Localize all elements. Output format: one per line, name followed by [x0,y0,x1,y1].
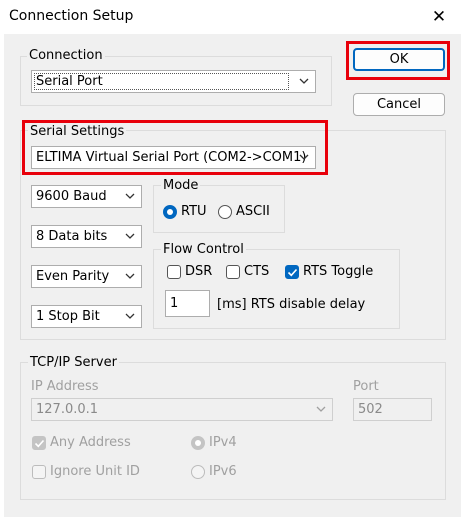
chevron-down-icon [125,313,135,319]
tcpip-server-label: TCP/IP Server [28,355,119,370]
flow-control-label: Flow Control [161,242,246,257]
connection-type-select[interactable]: Serial Port [31,70,316,93]
port-label: Port [353,379,379,394]
ignore-unit-id-label[interactable]: Ignore Unit ID [50,464,140,479]
cts-label[interactable]: CTS [244,264,269,279]
ip-address-label: IP Address [31,379,99,394]
ascii-radio[interactable] [218,205,232,219]
close-icon[interactable]: ✕ [429,7,449,27]
checkmark-icon [34,439,45,448]
ipv6-label[interactable]: IPv6 [209,464,237,479]
ipv6-radio[interactable] [191,465,205,479]
ip-address-value: 127.0.0.1 [36,402,99,417]
chevron-down-icon [125,273,135,279]
dsr-checkbox[interactable] [167,265,181,279]
chevron-down-icon [125,233,135,239]
parity-value: Even Parity [36,269,110,284]
rtu-radio[interactable] [163,205,177,219]
data-bits-select[interactable]: 8 Data bits [31,225,142,248]
cancel-button[interactable]: Cancel [353,93,445,116]
ipv4-radio[interactable] [191,436,205,450]
rts-delay-input[interactable]: 1 [165,290,210,317]
window-title: Connection Setup [9,8,134,24]
flow-control-group [153,249,400,329]
data-bits-value: 8 Data bits [36,229,108,244]
ok-highlight-box [346,41,450,80]
rts-toggle-checkbox[interactable] [285,265,299,279]
stop-bits-value: 1 Stop Bit [36,309,100,324]
chevron-down-icon [316,406,326,412]
stop-bits-select[interactable]: 1 Stop Bit [31,305,142,328]
chevron-down-icon [125,193,135,199]
chevron-down-icon [299,78,309,84]
any-address-checkbox[interactable] [32,436,46,450]
any-address-label[interactable]: Any Address [50,435,131,450]
rts-delay-value: 1 [170,296,179,311]
rts-toggle-label[interactable]: RTS Toggle [303,264,373,279]
ignore-unit-id-checkbox[interactable] [32,465,46,479]
parity-select[interactable]: Even Parity [31,265,142,288]
ipv4-label[interactable]: IPv4 [209,435,237,450]
cts-checkbox[interactable] [226,265,240,279]
dsr-label[interactable]: DSR [185,264,212,279]
rtu-label[interactable]: RTU [181,204,207,219]
checkmark-icon [287,268,298,277]
serial-settings-highlight-box [22,120,328,175]
baud-rate-select[interactable]: 9600 Baud [31,185,142,208]
port-input[interactable]: 502 [353,398,432,421]
rts-delay-label: [ms] RTS disable delay [217,297,366,312]
connection-type-value: Serial Port [34,73,289,90]
baud-rate-value: 9600 Baud [36,189,107,204]
port-value: 502 [358,402,383,417]
mode-label: Mode [161,178,201,193]
ascii-label[interactable]: ASCII [236,204,270,219]
ip-address-select[interactable]: 127.0.0.1 [31,398,333,421]
title-bar: Connection Setup ✕ [0,0,465,34]
connection-group-label: Connection [27,48,105,63]
